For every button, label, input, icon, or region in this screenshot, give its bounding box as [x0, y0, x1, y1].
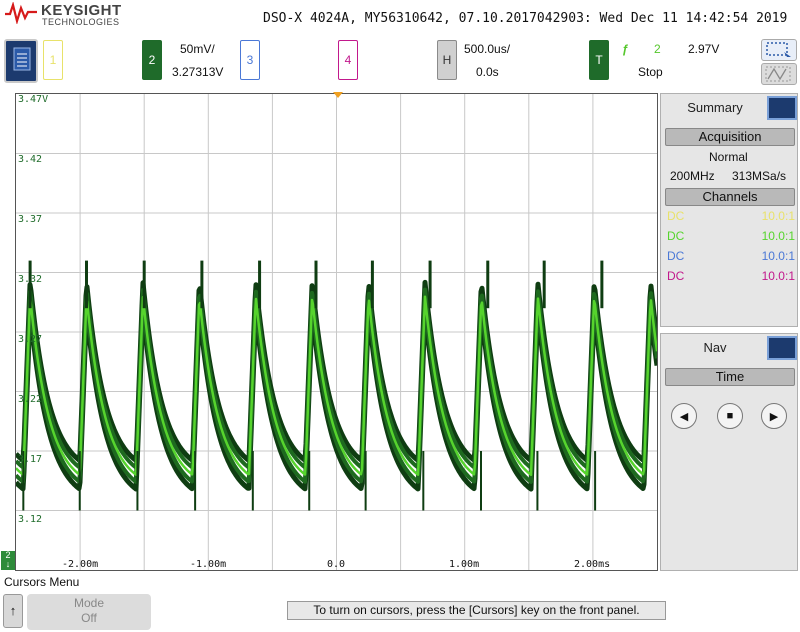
channel-2-scale: 50mV/	[180, 42, 215, 56]
channels-header: Channels	[665, 188, 795, 206]
brand-subtitle: TECHNOLOGIES	[42, 17, 120, 27]
menu-icon	[13, 47, 31, 71]
x-axis-label: -1.00m	[190, 559, 227, 570]
channel-2-offset: 3.27313V	[172, 65, 224, 79]
channel-2-ground-marker[interactable]: 2 ↓	[1, 551, 15, 570]
y-axis-label: 3.42	[18, 154, 43, 165]
nav-tab[interactable]: Nav	[665, 336, 765, 360]
menu-up-arrow-icon[interactable]: ↑	[3, 594, 23, 628]
acquisition-header: Acquisition	[665, 128, 795, 146]
trigger-position-marker[interactable]	[333, 92, 343, 98]
x-axis-label: 0.0	[327, 559, 346, 570]
trigger-level: 2.97V	[688, 42, 720, 56]
cursors-mode-value: Off	[81, 611, 97, 625]
x-axis-label: 1.00m	[449, 559, 480, 570]
summary-tab[interactable]: Summary	[665, 96, 765, 120]
sample-rate: 313MSa/s	[732, 169, 787, 183]
y-axis-label: 3.12	[18, 514, 43, 525]
y-axis-label: 3.22	[18, 394, 43, 405]
keysight-logo-icon	[5, 2, 37, 24]
cursors-menu-title: Cursors Menu	[4, 575, 80, 589]
cursors-mode-softkey[interactable]: Mode Off	[27, 594, 151, 630]
trigger-source: 2	[654, 42, 661, 56]
touch-select-button[interactable]	[761, 39, 797, 61]
y-axis-label: 3.17	[18, 454, 43, 465]
horizontal-scale: 500.0us/	[464, 42, 511, 56]
waveform-draw-icon	[765, 66, 791, 82]
panel-menu-icon[interactable]	[767, 96, 797, 120]
channel-2-button[interactable]: 2	[142, 40, 162, 80]
select-box-icon	[766, 42, 791, 57]
touch-draw-button[interactable]	[761, 63, 797, 85]
panel-menu-icon[interactable]	[767, 336, 797, 360]
channel-4-button[interactable]: 4	[338, 40, 358, 80]
acquisition-mode: Normal	[709, 150, 748, 164]
horizontal-delay: 0.0s	[476, 65, 499, 79]
x-axis-label: -2.00m	[62, 559, 99, 570]
trigger-edge-icon: ƒ	[622, 42, 629, 56]
bandwidth: 200MHz	[670, 169, 715, 183]
trigger-button[interactable]: T	[589, 40, 609, 80]
nav-stop-icon[interactable]: ■	[717, 403, 743, 429]
horizontal-button[interactable]: H	[437, 40, 457, 80]
nav-panel: Nav Time ◀ ■ ▶	[660, 333, 798, 571]
x-axis-label: 2.00ms	[574, 559, 611, 570]
channel-1-button[interactable]: 1	[43, 40, 63, 80]
main-menu-button[interactable]	[4, 39, 38, 83]
waveform-plot	[16, 94, 657, 570]
channel-3-button[interactable]: 3	[240, 40, 260, 80]
y-axis-label: 3.32	[18, 274, 43, 285]
summary-panel: Summary Acquisition Normal 200MHz 313MSa…	[660, 93, 798, 327]
nav-mode-selector[interactable]: Time	[665, 368, 795, 386]
y-axis-label: 3.47V	[18, 94, 49, 105]
nav-forward-icon[interactable]: ▶	[761, 403, 787, 429]
instrument-info: DSO-X 4024A, MY56310642, 07.10.201704290…	[263, 11, 788, 26]
status-message: To turn on cursors, press the [Cursors] …	[287, 601, 666, 620]
waveform-display[interactable]	[15, 93, 658, 571]
nav-back-icon[interactable]: ◀	[671, 403, 697, 429]
run-state: Stop	[638, 65, 663, 79]
cursors-mode-label: Mode	[73, 596, 105, 610]
y-axis-label: 3.37	[18, 214, 43, 225]
y-axis-label: 3.27	[18, 334, 43, 345]
